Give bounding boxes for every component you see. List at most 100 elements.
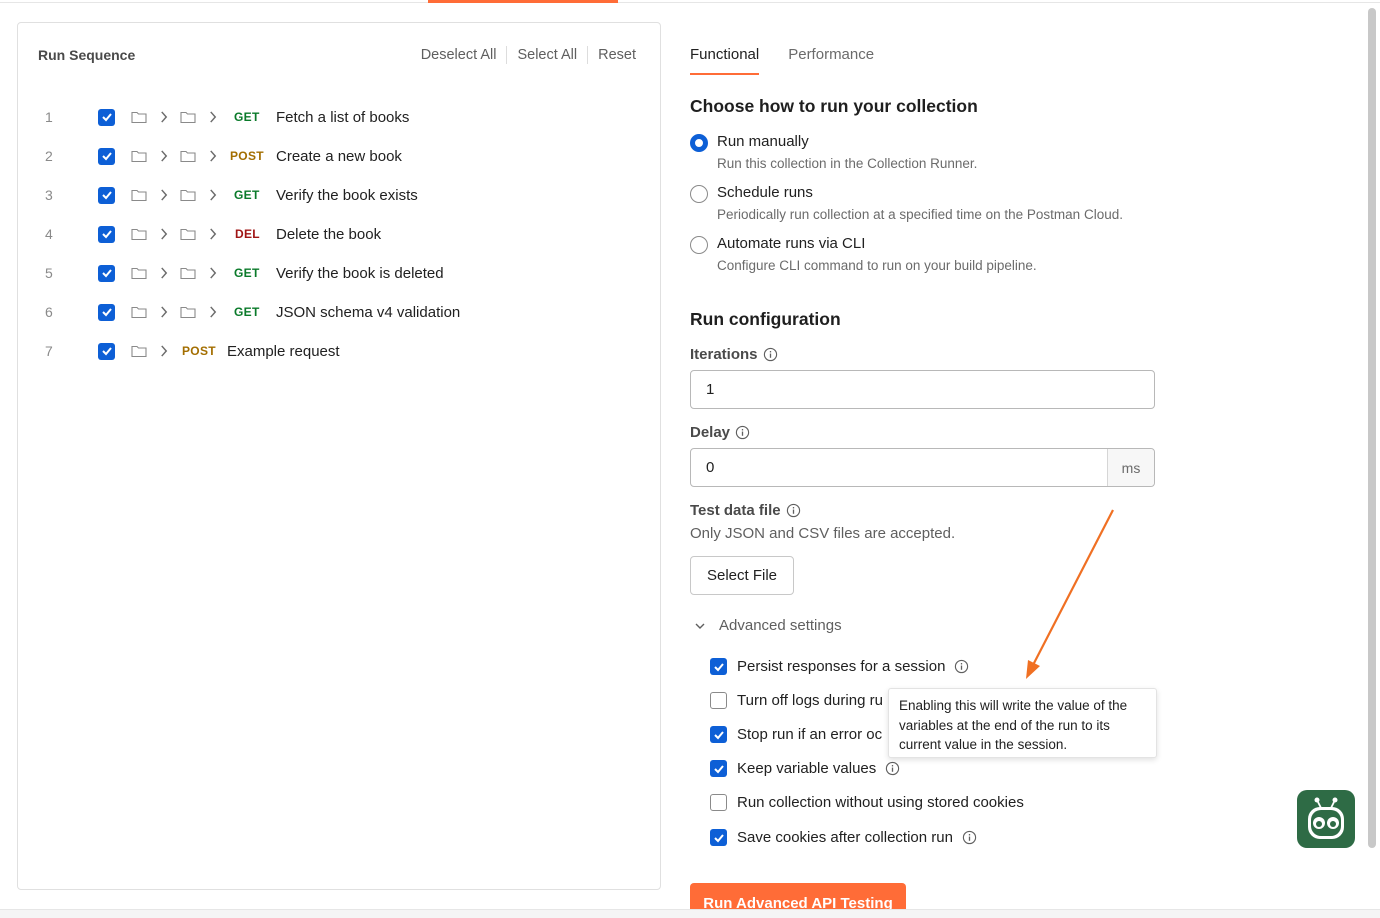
sequence-row[interactable]: 7 POST Example request [18,339,638,363]
run-config-heading: Run configuration [690,309,841,329]
advanced-option[interactable]: Keep variable values [710,760,900,777]
advanced-option[interactable]: Persist responses for a session [710,658,969,675]
request-name: Delete the book [276,225,382,243]
sequence-row[interactable]: 3 GET Verify the book exists [18,183,638,207]
chevron-right-icon[interactable] [155,186,173,204]
select-all-button[interactable]: Select All [517,47,577,63]
chevron-right-icon[interactable] [204,225,222,243]
chevron-down-icon [695,623,705,629]
option-checkbox[interactable] [710,829,727,846]
info-icon[interactable] [735,425,750,440]
chevron-right-icon[interactable] [155,303,173,321]
sequence-number: 6 [45,304,53,320]
chevron-right-icon[interactable] [204,186,222,204]
radio-button[interactable] [690,134,708,152]
advanced-option[interactable]: Turn off logs during ru [710,692,883,709]
folder-icon [180,189,196,202]
radio-button[interactable] [690,236,708,254]
annotation-arrow [1026,509,1114,679]
folder-icon [180,111,196,124]
request-name: JSON schema v4 validation [276,303,461,321]
request-checkbox[interactable] [98,303,115,321]
option-checkbox[interactable] [710,760,727,777]
run-mode-heading: Choose how to run your collection [690,96,978,116]
info-icon[interactable] [885,761,900,776]
advanced-settings-toggle[interactable]: Advanced settings [694,617,842,634]
option-checkbox[interactable] [710,794,727,811]
option-label: Run collection without using stored cook… [737,794,1024,811]
option-label: Persist responses for a session [737,658,946,675]
radio-description: Periodically run collection at a specifi… [717,207,1123,222]
chevron-right-icon[interactable] [204,264,222,282]
request-checkbox[interactable] [98,225,115,243]
sequence-number: 3 [45,187,53,203]
sequence-row[interactable]: 6 GET JSON schema v4 validation [18,300,638,324]
chevron-right-icon[interactable] [155,264,173,282]
request-name: Verify the book exists [276,186,418,204]
active-tab-indicator [428,0,618,3]
advanced-option[interactable]: Save cookies after collection run [710,829,977,846]
radio-button[interactable] [690,185,708,203]
chevron-right-icon[interactable] [155,108,173,126]
sequence-number: 2 [45,148,53,164]
chevron-right-icon[interactable] [155,225,173,243]
folder-icon [131,189,147,202]
folder-icon [180,150,196,163]
divider [587,46,589,64]
run-sequence-actions: Deselect All Select All Reset [421,46,636,64]
chevron-right-icon[interactable] [155,147,173,165]
advanced-settings-label: Advanced settings [719,617,842,634]
iterations-input[interactable]: 1 [690,370,1155,409]
info-icon[interactable] [763,347,778,362]
request-checkbox[interactable] [98,147,115,165]
test-data-label: Test data file [690,502,801,519]
request-name: Fetch a list of books [276,108,410,126]
advanced-option[interactable]: Stop run if an error oc [710,726,882,743]
folder-icon [131,345,147,358]
select-file-button[interactable]: Select File [690,556,794,595]
method-badge: GET [234,110,260,124]
option-checkbox[interactable] [710,726,727,743]
chevron-right-icon[interactable] [204,303,222,321]
request-name: Example request [227,342,340,360]
info-icon[interactable] [962,830,977,845]
iterations-label-text: Iterations [690,346,758,363]
chevron-right-icon[interactable] [204,108,222,126]
run-sequence-title: Run Sequence [38,47,136,63]
advanced-option[interactable]: Run collection without using stored cook… [710,794,1024,811]
sequence-row[interactable]: 1 GET Fetch a list of books [18,105,638,129]
request-checkbox[interactable] [98,264,115,282]
delay-label: Delay [690,424,750,441]
method-badge: GET [234,305,260,319]
iterations-value: 1 [706,381,715,398]
radio-description: Configure CLI command to run on your bui… [717,258,1037,273]
scrollbar[interactable] [1368,8,1376,848]
info-icon[interactable] [786,503,801,518]
test-data-label-text: Test data file [690,502,781,519]
sequence-row[interactable]: 2 POST Create a new book [18,144,638,168]
reset-button[interactable]: Reset [598,47,636,63]
sequence-row[interactable]: 5 GET Verify the book is deleted [18,261,638,285]
request-checkbox[interactable] [98,342,115,360]
tab-performance[interactable]: Performance [788,46,874,75]
info-icon[interactable] [954,659,969,674]
deselect-all-button[interactable]: Deselect All [421,47,497,63]
request-checkbox[interactable] [98,186,115,204]
top-divider [0,0,1380,3]
folder-icon [131,306,147,319]
delay-input[interactable]: 0 ms [690,448,1155,487]
method-badge: DEL [235,227,260,241]
option-checkbox[interactable] [710,692,727,709]
sequence-row[interactable]: 4 DEL Delete the book [18,222,638,246]
request-checkbox[interactable] [98,108,115,126]
chevron-right-icon[interactable] [204,147,222,165]
folder-icon [131,267,147,280]
sequence-number: 1 [45,109,53,125]
chevron-right-icon[interactable] [155,342,173,360]
bottom-bar [0,909,1380,918]
option-checkbox[interactable] [710,658,727,675]
radio-description: Run this collection in the Collection Ru… [717,156,978,171]
assistant-bot-icon[interactable] [1297,790,1355,848]
sequence-number: 5 [45,265,53,281]
tab-functional[interactable]: Functional [690,46,760,75]
